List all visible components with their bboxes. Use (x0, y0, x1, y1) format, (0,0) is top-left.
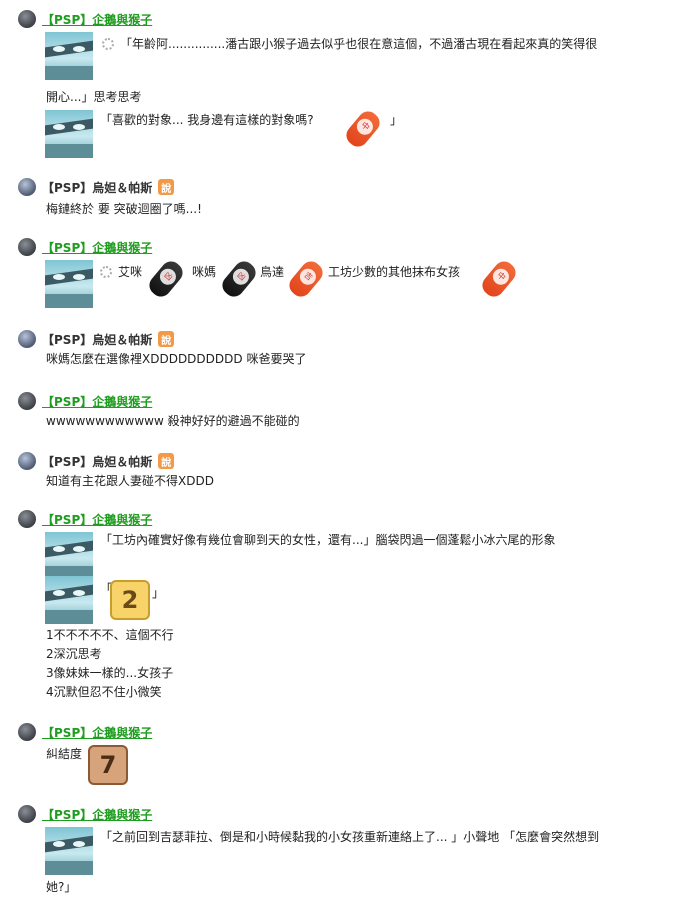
option-text: 2深沉思考 (46, 647, 102, 661)
omikuji-icon: 吉 (285, 257, 327, 301)
character-icon (45, 576, 93, 624)
character-icon (45, 110, 93, 158)
avatar[interactable] (18, 452, 36, 470)
message-text: 咪媽怎麼在選像裡XDDDDDDDDDD 咪爸要哭了 (46, 352, 307, 366)
post-header: 【PSP】企鵝與猴子 (18, 392, 152, 410)
message-text: 「之前回到吉瑟菲拉、倒是和小時候黏我的小女孩重新連絡上了... 」小聲地 「怎麼… (100, 830, 600, 844)
avatar[interactable] (18, 330, 36, 348)
character-icon (45, 260, 93, 308)
message-text: 」 (390, 113, 403, 127)
character-icon (45, 532, 93, 580)
option-text: 3像妹妹一樣的...女孩子 (46, 666, 174, 680)
option-text: 1不不不不不、這個不行 (46, 628, 174, 642)
character-icon (45, 32, 93, 80)
username[interactable]: 【PSP】烏妲＆帕斯 (42, 331, 152, 348)
segment-text: 工坊少數的其他抹布女孩 (328, 265, 461, 279)
message-text: 梅鏈終於 要 突破迴圈了嗎...! (46, 202, 202, 216)
avatar[interactable] (18, 238, 36, 256)
avatar[interactable] (18, 723, 36, 741)
message-text: 「年齡阿...............潘古跟小猴子過去似乎也很在意這個，不過潘古… (120, 37, 598, 51)
option-text: 4沉默但忍不住小微笑 (46, 685, 162, 699)
dice-number-icon: 2 (110, 580, 150, 620)
message-text: 糾結度 (46, 747, 83, 761)
segment-text: 咪媽 (192, 265, 217, 279)
dice-number-icon: 7 (88, 745, 128, 785)
post-header: 【PSP】企鵝與猴子 (18, 238, 152, 256)
omikuji-icon: 凶 (145, 257, 187, 301)
message-text: 開心...」思考思考 (46, 90, 142, 104)
character-icon (45, 827, 93, 875)
avatar[interactable] (18, 392, 36, 410)
say-badge: 說 (158, 331, 175, 347)
username[interactable]: 【PSP】企鵝與猴子 (42, 11, 152, 28)
omikuji-icon: 中 (342, 107, 384, 151)
avatar[interactable] (18, 178, 36, 196)
post-header: 【PSP】企鵝與猴子 (18, 510, 152, 528)
post-header: 【PSP】烏妲＆帕斯 說 (18, 452, 175, 470)
username[interactable]: 【PSP】烏妲＆帕斯 (42, 179, 152, 196)
username[interactable]: 【PSP】企鵝與猴子 (42, 724, 152, 741)
username[interactable]: 【PSP】企鵝與猴子 (42, 806, 152, 823)
message-text: 」 (152, 586, 165, 600)
say-badge: 說 (158, 179, 175, 195)
post-header: 【PSP】烏妲＆帕斯 說 (18, 330, 175, 348)
post-header: 【PSP】烏妲＆帕斯 說 (18, 178, 175, 196)
message-text: 「喜歡的對象... 我身邊有這樣的對象嗎? (100, 113, 314, 127)
omikuji-icon: 中 (478, 257, 520, 301)
avatar[interactable] (18, 10, 36, 28)
loading-icon (100, 266, 112, 278)
post-header: 【PSP】企鵝與猴子 (18, 10, 152, 28)
username[interactable]: 【PSP】企鵝與猴子 (42, 393, 152, 410)
username[interactable]: 【PSP】烏妲＆帕斯 (42, 453, 152, 470)
username[interactable]: 【PSP】企鵝與猴子 (42, 239, 152, 256)
avatar[interactable] (18, 805, 36, 823)
say-badge: 說 (158, 453, 175, 469)
omikuji-icon: 凶 (218, 257, 260, 301)
segment-text: 艾咪 (118, 265, 143, 279)
message-text: 知道有主花跟人妻碰不得XDDD (46, 474, 214, 488)
message-text: wwwwwwwwwwww 殺神好好的避過不能碰的 (46, 414, 300, 428)
username[interactable]: 【PSP】企鵝與猴子 (42, 511, 152, 528)
post-header: 【PSP】企鵝與猴子 (18, 805, 152, 823)
segment-text: 鳥達 (260, 265, 285, 279)
loading-icon (102, 38, 114, 50)
avatar[interactable] (18, 510, 36, 528)
message-text: 她?」 (46, 880, 77, 894)
message-text: 「工坊內確實好像有幾位會聊到天的女性，還有...」腦袋閃過一個蓬鬆小冰六尾的形象 (100, 533, 556, 547)
post-header: 【PSP】企鵝與猴子 (18, 723, 152, 741)
